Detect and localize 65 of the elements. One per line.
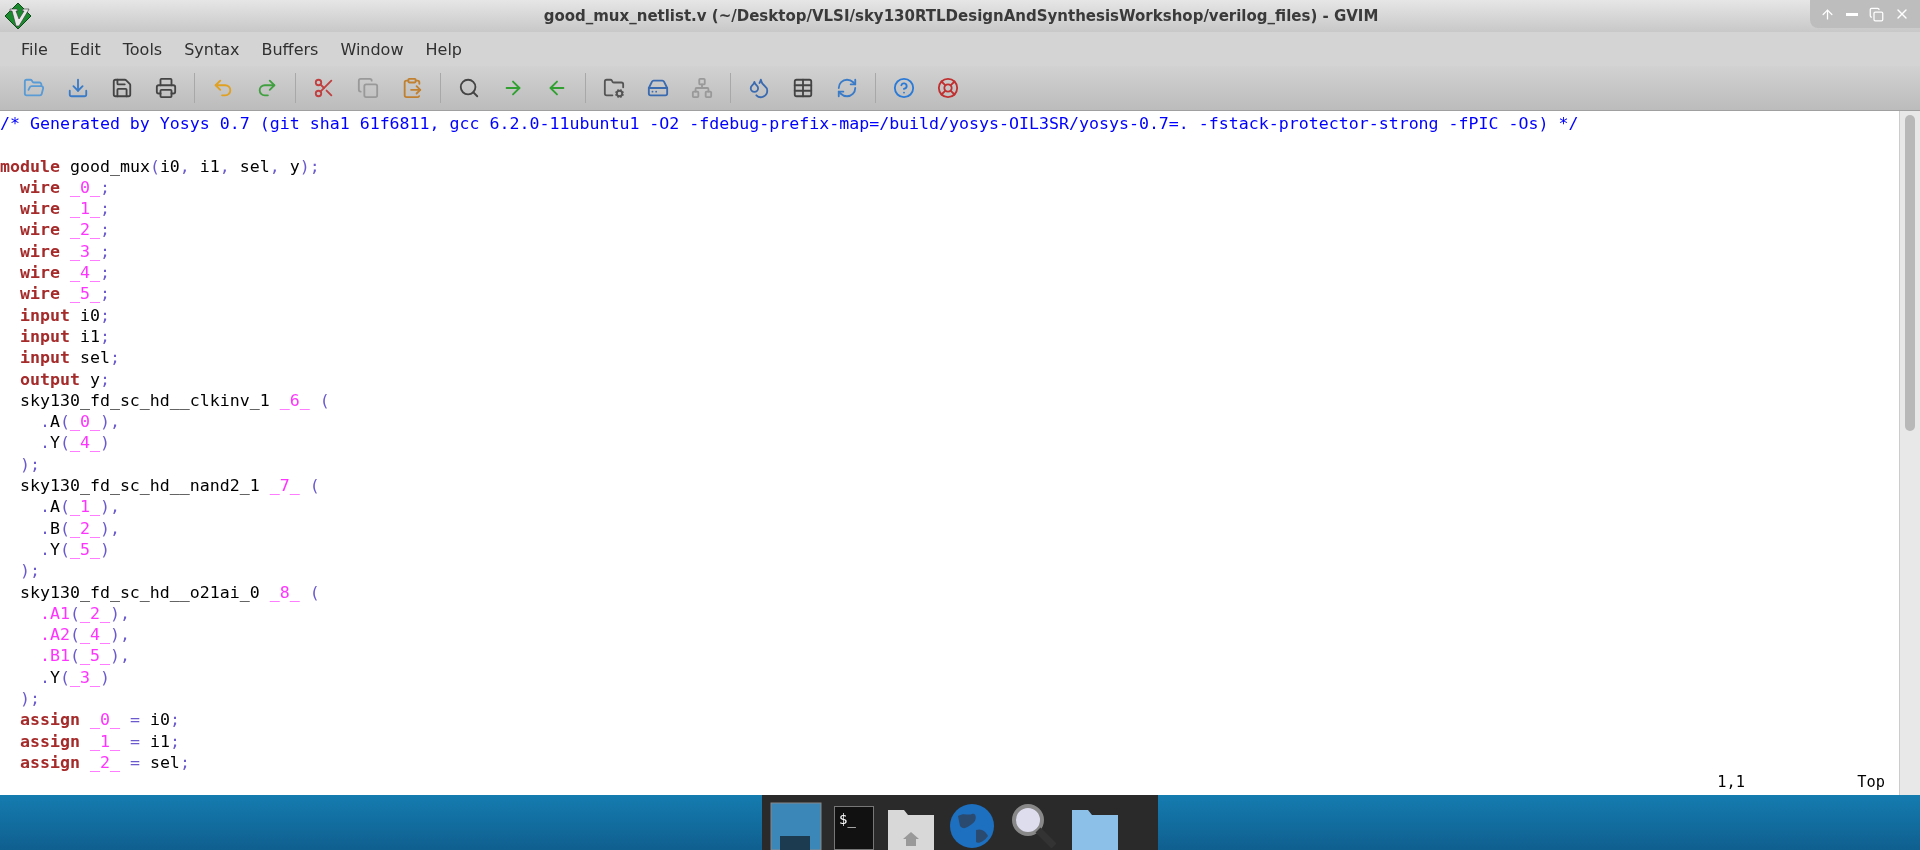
search-icon [458, 77, 480, 99]
save-icon [111, 77, 133, 99]
scroll-position: Top [1857, 773, 1885, 794]
code-line: .Y(_4_) [38, 432, 111, 454]
menu-item[interactable]: Help [414, 35, 473, 63]
scissors-icon [313, 77, 335, 99]
code-line: .A2(_4_), [38, 624, 131, 646]
menu-item[interactable]: Syntax [173, 35, 251, 63]
code-line: ); [18, 688, 41, 710]
code-line: sky130_fd_sc_hd__nand2_1 _7_ ( [18, 475, 321, 497]
folder-gear-icon [603, 77, 625, 99]
code-line: wire _5_; [18, 283, 111, 305]
code-line: .Y(_3_) [38, 666, 111, 688]
code-line: assign _2_ = sel; [18, 751, 191, 774]
code-line: assign _0_ = i0; [18, 709, 181, 731]
code-line: wire _1_; [18, 198, 111, 220]
code-line: .B1(_5_), [38, 645, 131, 667]
copy-icon [357, 77, 379, 99]
menu-item[interactable]: File [10, 35, 59, 63]
code-line: input i0; [18, 304, 111, 326]
code-line: output y; [18, 368, 111, 390]
minimize-icon [1846, 12, 1858, 16]
undo-icon [212, 77, 234, 99]
download-icon [67, 77, 89, 99]
table-icon [792, 77, 814, 99]
lifebuoy-icon [937, 77, 959, 99]
shade-button[interactable] [1820, 6, 1835, 22]
drops-icon [748, 77, 770, 99]
code-line: wire _2_; [18, 219, 111, 241]
menu-item[interactable]: Tools [111, 35, 174, 63]
menu-item[interactable]: Buffers [250, 35, 330, 63]
restore-button[interactable] [1869, 6, 1884, 22]
code-line: .A(_1_), [38, 496, 121, 518]
code-line: .Y(_5_) [38, 538, 111, 561]
window-title: good_mux_netlist.v (~/Desktop/VLSI/sky130RTLDesignAndSynthesisWorkshop/verilog_files) - GVIM [542, 7, 1380, 25]
code-line: ); [18, 453, 41, 476]
refresh-icon [836, 77, 858, 99]
printer-icon [155, 77, 177, 99]
terminal-icon[interactable]: $_ [834, 806, 874, 850]
code-line: .B(_2_), [38, 517, 121, 539]
code-comment: /* Generated by Yosys 0.7 (git sha1 61f6811, gcc 6.2.0-11ubuntu1 -O2 -fdebug-prefix-map=/build/yosys-OIL3SR/yosys-0.7=. -fstack-protector-strong -fPIC -Os) */ [0, 113, 1580, 135]
window-thumbnail-icon[interactable] [770, 802, 822, 850]
code-line: wire _4_; [18, 262, 111, 284]
code-line: sky130_fd_sc_hd__clkinv_1 _6_ ( [18, 389, 331, 412]
menu-item[interactable]: Window [329, 35, 415, 63]
code-line: input i1; [18, 325, 111, 348]
code-line: .A1(_2_), [38, 602, 131, 625]
code-line: ); [18, 560, 41, 582]
redo-icon [256, 77, 278, 99]
code-line: wire _3_; [18, 240, 111, 263]
code-line: input sel; [18, 347, 121, 369]
code-line: assign _1_ = i1; [18, 730, 181, 752]
code-line: module good_mux(i0, i1, sel, y); [0, 155, 321, 177]
folder-icon [23, 77, 45, 99]
help-icon [893, 77, 915, 99]
code-line: wire _0_; [18, 176, 111, 199]
restore-icon [1869, 6, 1884, 22]
cursor-position: 1,1 [1717, 773, 1746, 794]
code-line: sky130_fd_sc_hd__o21ai_0 _8_ ( [18, 581, 321, 603]
nodes-icon [691, 77, 713, 99]
menu-item[interactable]: Edit [58, 35, 112, 63]
code-line: .A(_0_), [38, 411, 121, 433]
clipboard-icon [401, 77, 423, 99]
vim-logo-icon [4, 2, 32, 30]
scrollbar[interactable] [1899, 111, 1920, 795]
